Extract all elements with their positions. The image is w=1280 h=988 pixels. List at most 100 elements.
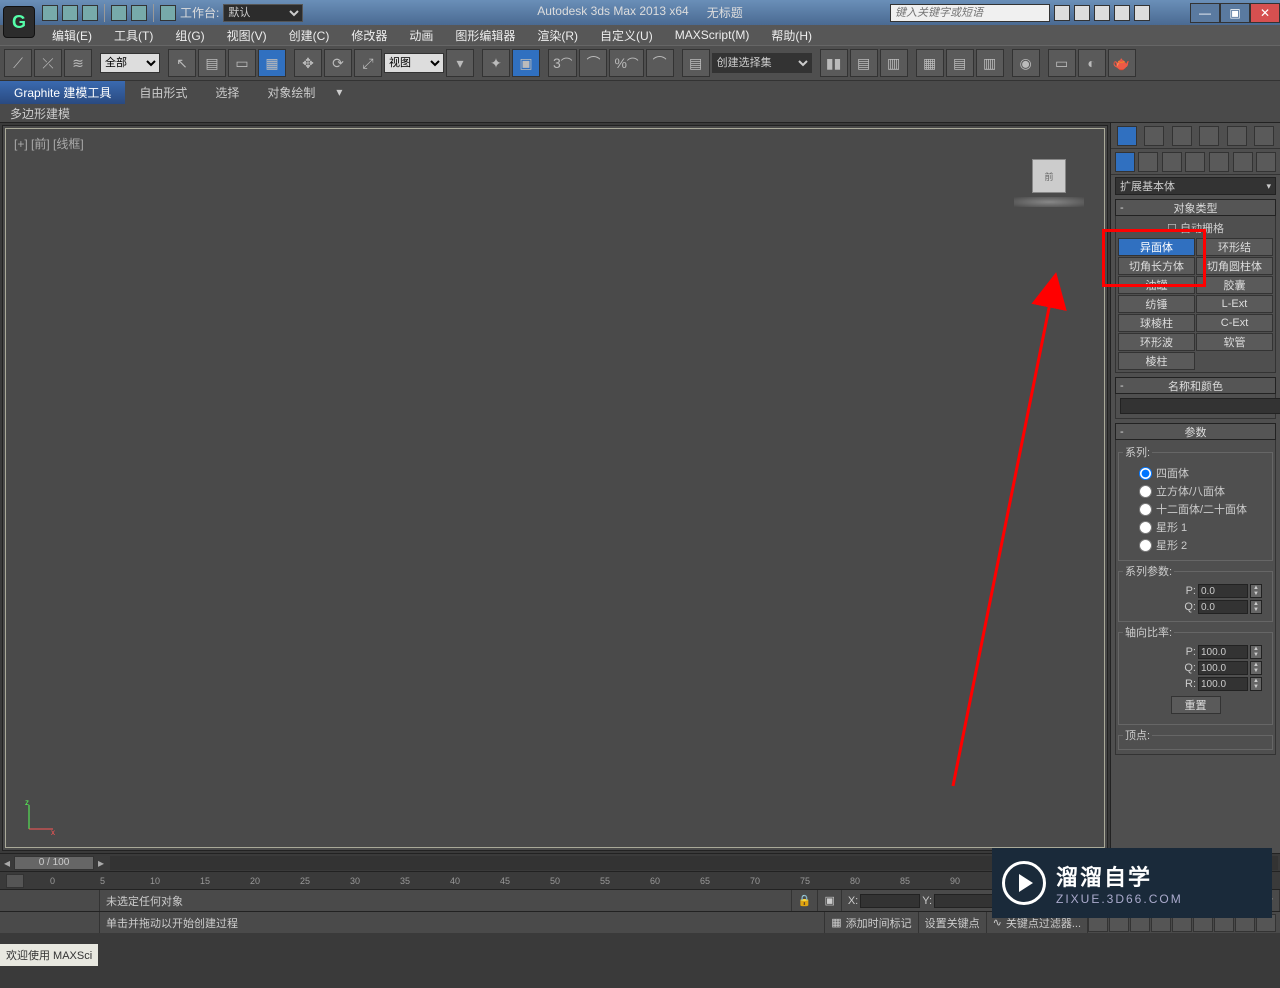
mirror-icon[interactable]: ▮▮ <box>820 49 848 77</box>
btn-gengon[interactable]: 球棱柱 <box>1118 314 1195 332</box>
select-name-icon[interactable]: ▤ <box>198 49 226 77</box>
radio-dodec-icos[interactable]: 十二面体/二十面体 <box>1129 500 1262 518</box>
btn-ringwave[interactable]: 环形波 <box>1118 333 1195 351</box>
helpers-icon[interactable] <box>1209 152 1229 172</box>
btn-torusknot[interactable]: 环形结 <box>1196 238 1273 256</box>
menu-help[interactable]: 帮助(H) <box>761 25 822 46</box>
bind-icon[interactable]: ≋ <box>64 49 92 77</box>
tab-graphite[interactable]: Graphite 建模工具 <box>0 81 125 104</box>
named-sel-icon[interactable]: ▤ <box>682 49 710 77</box>
time-thumb[interactable]: 0 / 100 <box>14 856 94 870</box>
unlink-icon[interactable]: ⤫ <box>34 49 62 77</box>
spinner-arrows[interactable]: ▲▼ <box>1250 600 1262 614</box>
app-icon[interactable]: G <box>3 6 35 38</box>
link-icon[interactable] <box>160 5 176 21</box>
snap-toggle-icon[interactable]: ▣ <box>512 49 540 77</box>
trackbar-toggle-icon[interactable] <box>6 874 24 888</box>
ap-spinner[interactable]: 100.0 <box>1198 645 1248 659</box>
cameras-icon[interactable] <box>1185 152 1205 172</box>
key-icon[interactable] <box>1094 5 1110 21</box>
align-icon[interactable]: ▤ <box>850 49 878 77</box>
lock-icon[interactable]: 🔒 <box>792 890 819 911</box>
ar-spinner[interactable]: 100.0 <box>1198 677 1248 691</box>
render-setup-icon[interactable]: ◉ <box>1012 49 1040 77</box>
create-tab-icon[interactable] <box>1117 126 1137 146</box>
spinner-arrows[interactable]: ▲▼ <box>1250 645 1262 659</box>
reset-button[interactable]: 重置 <box>1171 696 1221 714</box>
prev-frame-icon[interactable]: ◂ <box>0 856 14 870</box>
viewport[interactable]: [+] [前] [线框] 前 z x <box>2 125 1108 851</box>
curve-editor-icon[interactable]: ▦ <box>916 49 944 77</box>
help-icon[interactable] <box>1134 5 1150 21</box>
modify-tab-icon[interactable] <box>1144 126 1164 146</box>
display-tab-icon[interactable] <box>1227 126 1247 146</box>
schematic-icon[interactable]: ▤ <box>946 49 974 77</box>
refcoord-dropdown[interactable]: 视图 <box>384 53 444 73</box>
menu-graph[interactable]: 图形编辑器 <box>445 25 525 46</box>
search-icon[interactable] <box>1054 5 1070 21</box>
shapes-icon[interactable] <box>1138 152 1158 172</box>
rollout-header[interactable]: -参数 <box>1115 423 1276 440</box>
btn-lext[interactable]: L-Ext <box>1196 295 1273 313</box>
rollout-header[interactable]: -名称和颜色 <box>1115 377 1276 394</box>
menu-maxscript[interactable]: MAXScript(M) <box>665 26 760 44</box>
q-spinner[interactable]: 0.0 <box>1198 600 1248 614</box>
radio-star1[interactable]: 星形 1 <box>1129 518 1262 536</box>
search-input[interactable] <box>890 4 1050 22</box>
auto-grid-checkbox[interactable]: ☐ 自动栅格 <box>1118 218 1273 238</box>
viewcube-face[interactable]: 前 <box>1032 159 1066 193</box>
rotate-icon[interactable]: ⟳ <box>324 49 352 77</box>
isolate-icon[interactable]: ▣ <box>818 890 841 911</box>
percent-snap-icon[interactable]: ⌒ <box>579 49 607 77</box>
category-dropdown[interactable]: 扩展基本体 <box>1115 177 1276 195</box>
btn-hedra[interactable]: 异面体 <box>1118 238 1195 256</box>
btn-chamfercyl[interactable]: 切角圆柱体 <box>1196 257 1273 275</box>
close-button[interactable]: ✕ <box>1250 3 1280 23</box>
p-spinner[interactable]: 0.0 <box>1198 584 1248 598</box>
tab-freeform[interactable]: 自由形式 <box>125 81 201 104</box>
btn-oiltank[interactable]: 油罐 <box>1118 276 1195 294</box>
systems-icon[interactable] <box>1256 152 1276 172</box>
geometry-icon[interactable] <box>1115 152 1135 172</box>
set-key-button[interactable]: 设置关键点 <box>919 912 987 933</box>
maximize-button[interactable]: ▣ <box>1220 3 1250 23</box>
radio-cube-octa[interactable]: 立方体/八面体 <box>1129 482 1262 500</box>
viewport-inner[interactable]: [+] [前] [线框] 前 z x <box>5 128 1105 848</box>
render-frame-icon[interactable]: ▭ <box>1048 49 1076 77</box>
aq-spinner[interactable]: 100.0 <box>1198 661 1248 675</box>
viewport-label[interactable]: [+] [前] [线框] <box>14 135 84 152</box>
menu-edit[interactable]: 编辑(E) <box>42 25 102 46</box>
spacewarps-icon[interactable] <box>1233 152 1253 172</box>
x-input[interactable] <box>860 894 920 908</box>
selection-filter-dropdown[interactable]: 全部 <box>100 53 160 73</box>
btn-spindle[interactable]: 纺锤 <box>1118 295 1195 313</box>
link-icon[interactable]: ⟋ <box>4 49 32 77</box>
scale-icon[interactable]: ⤢ <box>354 49 382 77</box>
y-input[interactable] <box>934 894 994 908</box>
angle-snap-icon[interactable]: 3⌒ <box>548 49 577 77</box>
minimize-button[interactable]: — <box>1190 3 1220 23</box>
menu-view[interactable]: 视图(V) <box>217 25 277 46</box>
toolbox-icon[interactable] <box>1074 5 1090 21</box>
add-marker[interactable]: ▦ 添加时间标记 <box>825 912 918 933</box>
window-crossing-icon[interactable]: ▦ <box>258 49 286 77</box>
edged-icon[interactable]: ⌒ <box>646 49 674 77</box>
manipulate-icon[interactable]: ✦ <box>482 49 510 77</box>
btn-prism[interactable]: 棱柱 <box>1118 352 1195 370</box>
spinner-arrows[interactable]: ▲▼ <box>1250 584 1262 598</box>
workspace-dropdown[interactable]: 默认 <box>223 4 303 22</box>
tab-selection[interactable]: 选择 <box>201 81 253 104</box>
btn-cext[interactable]: C-Ext <box>1196 314 1273 332</box>
move-icon[interactable]: ✥ <box>294 49 322 77</box>
ribbon-expand-icon[interactable]: ▾ <box>329 85 349 99</box>
polymodel-label[interactable]: 多边形建模 <box>0 103 80 124</box>
menu-render[interactable]: 渲染(R) <box>527 25 588 46</box>
spinner-arrows[interactable]: ▲▼ <box>1250 677 1262 691</box>
spinner-arrows[interactable]: ▲▼ <box>1250 661 1262 675</box>
select-region-icon[interactable]: ▭ <box>228 49 256 77</box>
material-icon[interactable]: ▥ <box>976 49 1004 77</box>
welcome-tab[interactable]: 欢迎使用 MAXSci <box>0 944 98 966</box>
menu-modifiers[interactable]: 修改器 <box>341 25 397 46</box>
pivot-icon[interactable]: ▾ <box>446 49 474 77</box>
viewcube[interactable]: 前 <box>1014 159 1084 214</box>
